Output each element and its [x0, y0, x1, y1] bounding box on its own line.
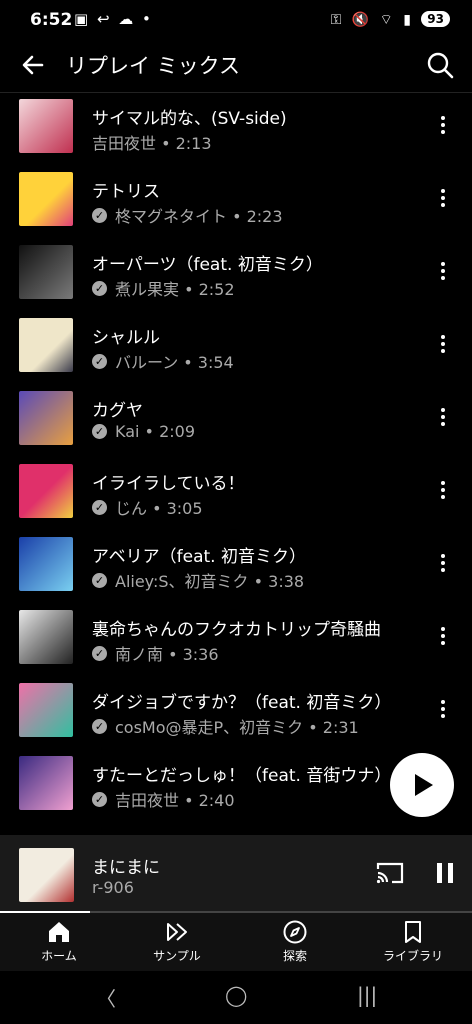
- verified-icon: ✓: [92, 353, 107, 369]
- more-options-icon[interactable]: [433, 478, 453, 504]
- system-status-icons: ⚿ 🔇 ⌔ ▮: [330, 12, 414, 28]
- song-title: イライラしている！: [92, 474, 245, 494]
- mini-player[interactable]: まにまに r-906: [0, 835, 472, 913]
- song-thumbnail: [19, 537, 73, 591]
- more-options-icon[interactable]: [433, 405, 453, 431]
- more-options-icon[interactable]: [433, 113, 453, 139]
- song-title: シャルル: [92, 328, 160, 348]
- library-icon: [405, 921, 421, 943]
- song-artist: ✓ じん • 3:05: [92, 495, 203, 519]
- song-thumbnail: [19, 172, 73, 226]
- status-bar: 6:52 ▣ ↩ ☁ • ⚿ 🔇 ⌔ ▮ 93: [0, 0, 472, 42]
- search-icon[interactable]: [426, 50, 454, 80]
- verified-icon: ✓: [92, 424, 107, 439]
- app-header: リプレイ ミックス: [0, 42, 472, 93]
- song-thumbnail: [19, 610, 73, 664]
- verified-icon: ✓: [92, 645, 107, 661]
- page-title: リプレイ ミックス: [66, 54, 241, 78]
- verified-icon: ✓: [92, 280, 107, 296]
- home-icon: [49, 922, 69, 942]
- song-artist: ✓ 煮ル果実 • 2:52: [92, 276, 235, 300]
- samples-icon: [167, 923, 187, 941]
- more-options-icon[interactable]: [433, 624, 453, 650]
- nav-explore[interactable]: 探索: [245, 919, 345, 964]
- now-playing-title: まにまに: [92, 858, 160, 878]
- song-row[interactable]: オーパーツ（feat. 初音ミク） ✓ 煮ル果実 • 2:52: [0, 239, 472, 312]
- song-thumbnail: [19, 245, 73, 299]
- song-artist: ✓ 吉田夜世 • 2:40: [92, 787, 235, 811]
- more-options-icon[interactable]: [433, 697, 453, 723]
- song-artist: ✓ Aliey:S、初音ミク • 3:38: [92, 568, 304, 592]
- song-artist: ✓ 南ノ南 • 3:36: [92, 641, 219, 665]
- song-list: サイマル的な、(SV-side) 吉田夜世 • 2:13 テトリス ✓ 柊マグネタ…: [0, 93, 472, 835]
- song-title: ダイジョブですか？（feat. 初音ミク）: [92, 693, 392, 713]
- bottom-navigation: ホーム サンプル 探索 ライブラリ: [0, 913, 472, 971]
- song-thumbnail: [19, 683, 73, 737]
- song-artist: ✓ バルーン • 3:54: [92, 349, 234, 373]
- nav-library[interactable]: ライブラリ: [363, 919, 463, 964]
- battery-level: 93: [421, 11, 450, 27]
- more-options-icon[interactable]: [433, 551, 453, 577]
- song-title: カグヤ: [92, 401, 143, 421]
- song-row[interactable]: サイマル的な、(SV-side) 吉田夜世 • 2:13: [0, 93, 472, 166]
- song-thumbnail: [19, 318, 73, 372]
- song-title: アベリア（feat. 初音ミク）: [92, 547, 306, 567]
- song-thumbnail: [19, 391, 73, 445]
- song-artist: 吉田夜世 • 2:13: [92, 134, 212, 153]
- pause-button[interactable]: [436, 863, 454, 883]
- system-navigation-bar: 〈 ◯ |||: [0, 971, 472, 1024]
- song-row[interactable]: イライラしている！ ✓ じん • 3:05: [0, 458, 472, 531]
- more-options-icon[interactable]: [433, 259, 453, 285]
- song-thumbnail: [19, 756, 73, 810]
- verified-icon: ✓: [92, 207, 107, 223]
- song-title: オーパーツ（feat. 初音ミク）: [92, 255, 323, 275]
- explore-icon: [283, 920, 307, 944]
- nav-label: ライブラリ: [382, 949, 443, 963]
- back-arrow-icon[interactable]: [18, 50, 48, 80]
- now-playing-artist: r-906: [92, 878, 134, 897]
- now-playing-thumbnail: [19, 848, 74, 902]
- more-options-icon[interactable]: [433, 332, 453, 358]
- song-thumbnail: [19, 464, 73, 518]
- nav-home[interactable]: ホーム: [9, 919, 109, 964]
- verified-icon: ✓: [92, 499, 107, 515]
- nav-label: 探索: [282, 949, 307, 963]
- status-time: 6:52: [30, 10, 73, 30]
- play-icon: [415, 774, 433, 796]
- song-row[interactable]: ダイジョブですか？（feat. 初音ミク） ✓ cosMo@暴走P、初音ミク • …: [0, 677, 472, 750]
- song-row[interactable]: カグヤ ✓ Kai • 2:09: [0, 385, 472, 458]
- verified-icon: ✓: [92, 791, 107, 807]
- song-artist: ✓ 柊マグネタイト • 2:23: [92, 203, 283, 227]
- song-title: 裏命ちゃんのフクオカトリップ奇騒曲: [92, 620, 381, 640]
- nav-samples[interactable]: サンプル: [127, 919, 227, 964]
- song-thumbnail: [19, 99, 73, 153]
- song-row[interactable]: アベリア（feat. 初音ミク） ✓ Aliey:S、初音ミク • 3:38: [0, 531, 472, 604]
- song-title: テトリス: [92, 182, 160, 202]
- system-home-icon[interactable]: ◯: [225, 983, 247, 1007]
- song-title: すたーとだっしゅ！（feat. 音街ウナ）: [92, 766, 392, 786]
- verified-icon: ✓: [92, 718, 107, 734]
- nav-label: ホーム: [41, 949, 77, 963]
- more-options-icon[interactable]: [433, 186, 453, 212]
- song-title: サイマル的な、(SV-side): [92, 109, 287, 129]
- nav-label: サンプル: [153, 949, 201, 963]
- song-artist: ✓ cosMo@暴走P、初音ミク • 2:31: [92, 714, 359, 738]
- play-all-button[interactable]: [390, 753, 454, 817]
- song-row[interactable]: 裏命ちゃんのフクオカトリップ奇騒曲 ✓ 南ノ南 • 3:36: [0, 604, 472, 677]
- song-row[interactable]: テトリス ✓ 柊マグネタイト • 2:23: [0, 166, 472, 239]
- song-row[interactable]: シャルル ✓ バルーン • 3:54: [0, 312, 472, 385]
- system-recents-icon[interactable]: |||: [357, 983, 377, 1007]
- notification-icons: ▣ ↩ ☁ •: [74, 10, 153, 28]
- verified-icon: ✓: [92, 572, 107, 588]
- song-artist: ✓ Kai • 2:09: [92, 422, 195, 441]
- cast-icon[interactable]: [376, 861, 404, 885]
- system-back-icon[interactable]: 〈: [96, 983, 116, 1012]
